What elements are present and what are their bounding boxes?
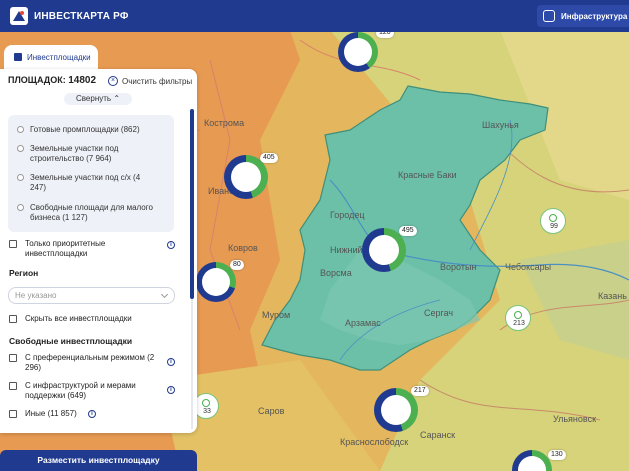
collapse-button[interactable]: Свернуть ⌃ [64, 93, 132, 105]
count-value: 14802 [68, 75, 97, 86]
city-label: Саров [258, 406, 285, 416]
radio-agri-land[interactable]: Земельные участки под с/х (4 247) [17, 173, 157, 193]
city-label: Городец [330, 210, 365, 220]
city-label: Казань [598, 291, 627, 301]
city-label: Красные Баки [398, 170, 457, 180]
infra-support-checkbox[interactable]: С инфраструктурой и мерами поддержки (64… [9, 381, 159, 401]
building-icon [14, 53, 22, 61]
city-label: Краснослободск [340, 437, 409, 447]
cluster-marker[interactable]: 405 [224, 153, 278, 199]
radio-small-business[interactable]: Свободные площади для малого бизнеса (1 … [17, 203, 177, 223]
cluster-marker[interactable]: 80 [196, 260, 244, 302]
city-label: Сергач [424, 308, 454, 318]
count-label: ПЛОЩАДОК: [8, 75, 66, 85]
city-label: Кострома [204, 118, 245, 128]
city-label: Ворсма [320, 268, 352, 278]
free-plots-title: Свободные инвестплощадки [9, 336, 133, 346]
checkbox-label: С преференциальным режимом (2 296) [25, 353, 155, 372]
briefcase-icon [543, 10, 555, 22]
chevron-up-icon: ⌃ [113, 94, 121, 103]
logo[interactable]: ИНВЕСТКАРТА РФ [10, 7, 129, 25]
plot-type-group: Готовые промплощадки (862) Земельные уча… [8, 115, 174, 232]
radio-label: Готовые промплощадки (862) [30, 125, 140, 134]
scrollbar-thumb[interactable] [190, 109, 194, 299]
checkbox-label: С инфраструктурой и мерами поддержки (64… [25, 381, 136, 400]
checkbox-label: Иные (11 857) [25, 409, 77, 418]
city-label: Ульяновск [553, 414, 597, 424]
chevron-down-icon [160, 290, 169, 299]
close-icon: × [108, 76, 118, 86]
cluster-marker[interactable]: 217 [374, 386, 429, 432]
radio-label: Свободные площади для малого бизнеса (1 … [30, 203, 153, 222]
preferential-checkbox[interactable]: С преференциальным режимом (2 296) [9, 353, 159, 373]
tab-label: Инвестплощадки [27, 52, 91, 62]
cluster-marker[interactable]: 120 [338, 28, 394, 72]
region-select[interactable]: Не указано [8, 287, 175, 304]
infrastructure-button[interactable]: Инфраструктура [537, 5, 629, 27]
checkbox-label: Только приоритетные инвестплощадки [25, 239, 106, 258]
radio-label: Земельные участки под строительство (7 9… [30, 144, 119, 163]
info-icon[interactable]: i [167, 386, 175, 394]
city-label: Воротын [440, 262, 477, 272]
region-title: Регион [9, 268, 39, 278]
radio-construction-land[interactable]: Земельные участки под строительство (7 9… [17, 144, 167, 164]
cluster-count: 130 [548, 450, 566, 460]
cluster-count: 213 [513, 320, 525, 327]
plots-count: ПЛОЩАДОК: 14802 [8, 75, 96, 86]
info-icon[interactable]: i [167, 241, 175, 249]
cluster-count: 33 [203, 408, 211, 415]
location-icon [202, 399, 210, 407]
priority-only-checkbox[interactable]: Только приоритетные инвестплощадки [9, 239, 159, 259]
cluster-count: 495 [399, 226, 417, 236]
info-icon[interactable]: i [88, 410, 96, 418]
city-label: Чебоксары [505, 262, 552, 272]
filter-panel: ПЛОЩАДОК: 14802 × Очистить фильтры Сверн… [0, 69, 197, 433]
green-cluster-marker[interactable]: 99 [540, 208, 566, 234]
cluster-count: 80 [230, 260, 244, 270]
radio-label: Земельные участки под с/х (4 247) [30, 173, 141, 192]
cluster-marker[interactable]: 495 [362, 226, 417, 272]
other-checkbox[interactable]: Иные (11 857) [9, 409, 129, 419]
infrastructure-label: Инфраструктура [561, 11, 628, 21]
city-label: Муром [262, 310, 291, 320]
city-label: Саранск [420, 430, 456, 440]
city-label: Нижний [330, 245, 363, 255]
region-select-value: Не указано [15, 291, 57, 300]
city-label: Арзамас [345, 318, 381, 328]
hide-all-checkbox[interactable]: Скрыть все инвестплощадки [9, 314, 179, 324]
city-label: Ковров [228, 243, 258, 253]
brand-title: ИНВЕСТКАРТА РФ [34, 10, 129, 22]
location-icon [514, 311, 522, 319]
green-cluster-marker[interactable]: 213 [505, 305, 531, 331]
city-label: Шахунья [482, 120, 519, 130]
location-icon [549, 214, 557, 222]
logo-icon [10, 7, 28, 25]
collapse-label: Свернуть [75, 94, 112, 103]
clear-filters-label: Очистить фильтры [122, 76, 193, 86]
clear-filters-button[interactable]: × Очистить фильтры [108, 76, 192, 86]
cluster-count: 217 [411, 386, 429, 396]
checkbox-label: Скрыть все инвестплощадки [25, 314, 132, 323]
cluster-count: 405 [260, 153, 278, 163]
radio-ready-plots[interactable]: Готовые промплощадки (862) [17, 125, 140, 135]
cluster-count: 99 [550, 223, 558, 230]
top-header: ИНВЕСТКАРТА РФ Инфраструктура [0, 0, 629, 32]
info-icon[interactable]: i [167, 358, 175, 366]
place-plot-button[interactable]: Разместить инвестплощадку [0, 450, 197, 471]
tab-investplots[interactable]: Инвестплощадки [4, 45, 98, 69]
